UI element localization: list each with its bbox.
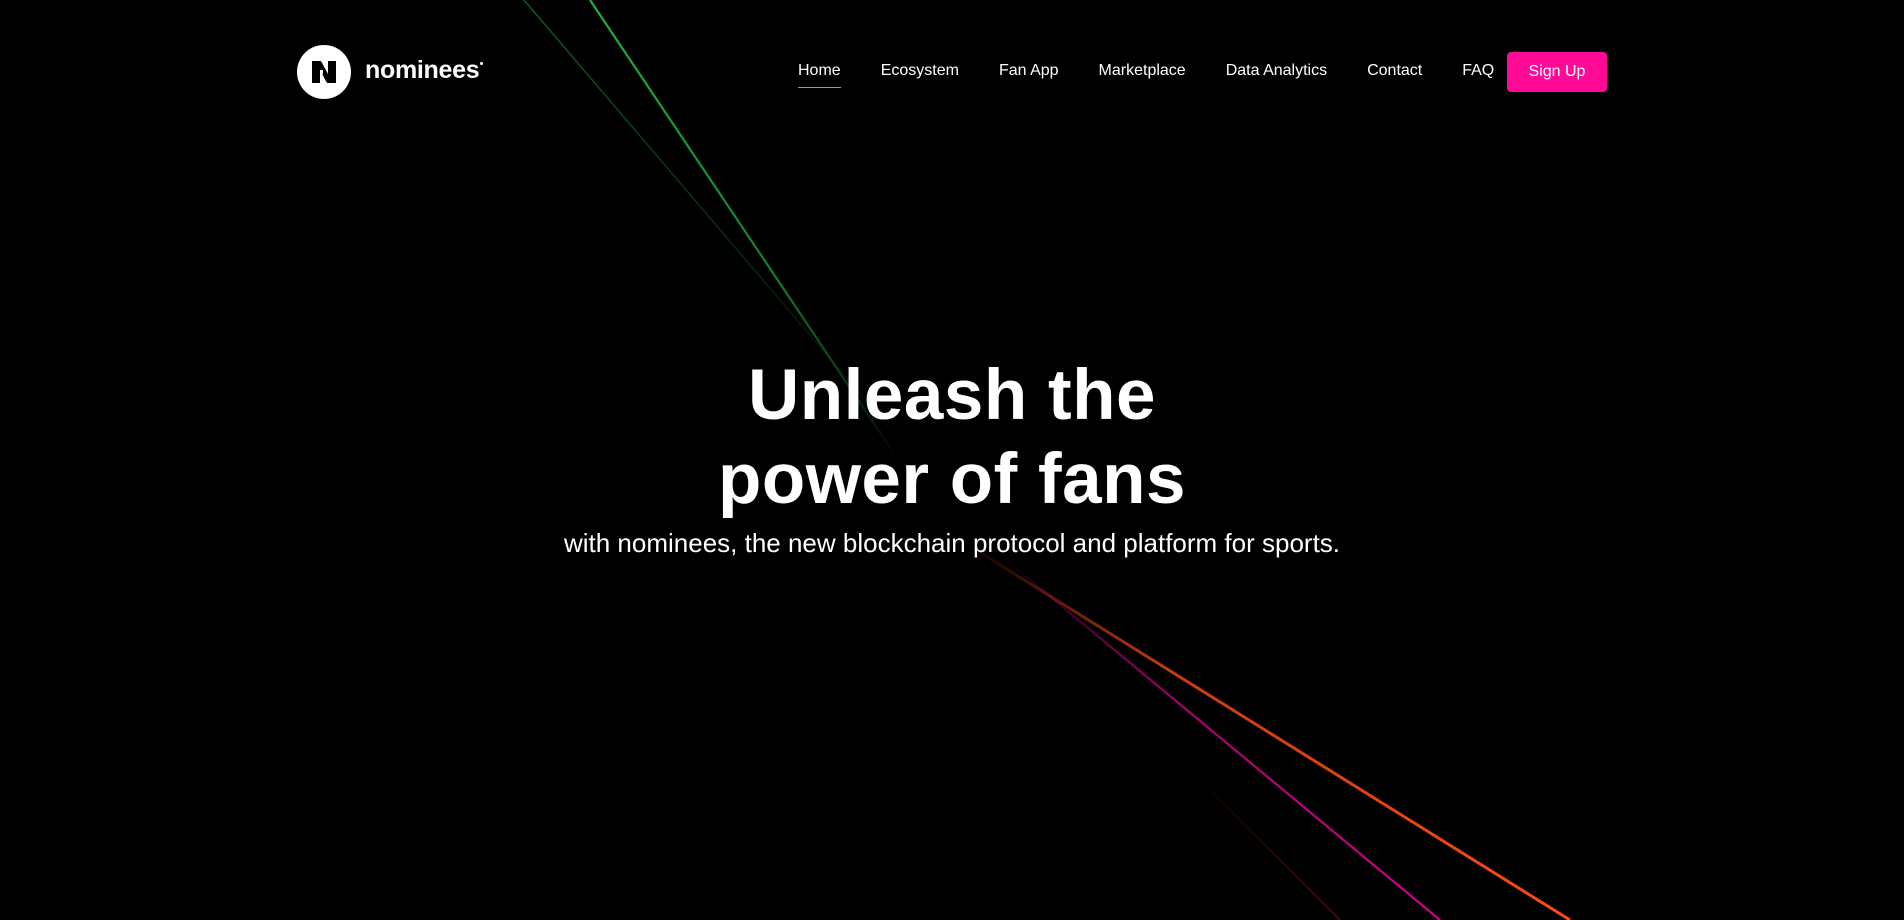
main-nav: Home Ecosystem Fan App Marketplace Data … bbox=[798, 60, 1534, 88]
brand-logo[interactable]: nominees bbox=[297, 44, 484, 100]
sign-up-button[interactable]: Sign Up bbox=[1507, 52, 1607, 92]
hero-title: Unleash the power of fans bbox=[0, 354, 1904, 522]
hero-title-line-1: Unleash the bbox=[748, 356, 1156, 435]
hero-section: Unleash the power of fans with nominees,… bbox=[0, 354, 1904, 560]
nav-item-data-analytics[interactable]: Data Analytics bbox=[1226, 60, 1327, 82]
dark-beam bbox=[1179, 759, 1341, 920]
nav-item-fan-app[interactable]: Fan App bbox=[999, 60, 1059, 82]
pink-beam bbox=[999, 554, 1441, 920]
nav-item-faq[interactable]: FAQ bbox=[1462, 60, 1494, 82]
hero-title-line-2: power of fans bbox=[717, 440, 1187, 519]
nav-item-home[interactable]: Home bbox=[798, 60, 841, 88]
nav-item-contact[interactable]: Contact bbox=[1367, 60, 1422, 82]
brand-name: nominees bbox=[365, 56, 484, 85]
orange-beam bbox=[959, 538, 1571, 920]
hero-subtitle: with nominees, the new blockchain protoc… bbox=[563, 528, 1341, 558]
nav-item-marketplace[interactable]: Marketplace bbox=[1099, 60, 1186, 82]
site-header: nominees Home Ecosystem Fan App Marketpl… bbox=[0, 0, 1904, 144]
nav-item-ecosystem[interactable]: Ecosystem bbox=[881, 60, 959, 82]
page: nominees Home Ecosystem Fan App Marketpl… bbox=[0, 0, 1904, 920]
n-logo-icon bbox=[297, 45, 351, 99]
